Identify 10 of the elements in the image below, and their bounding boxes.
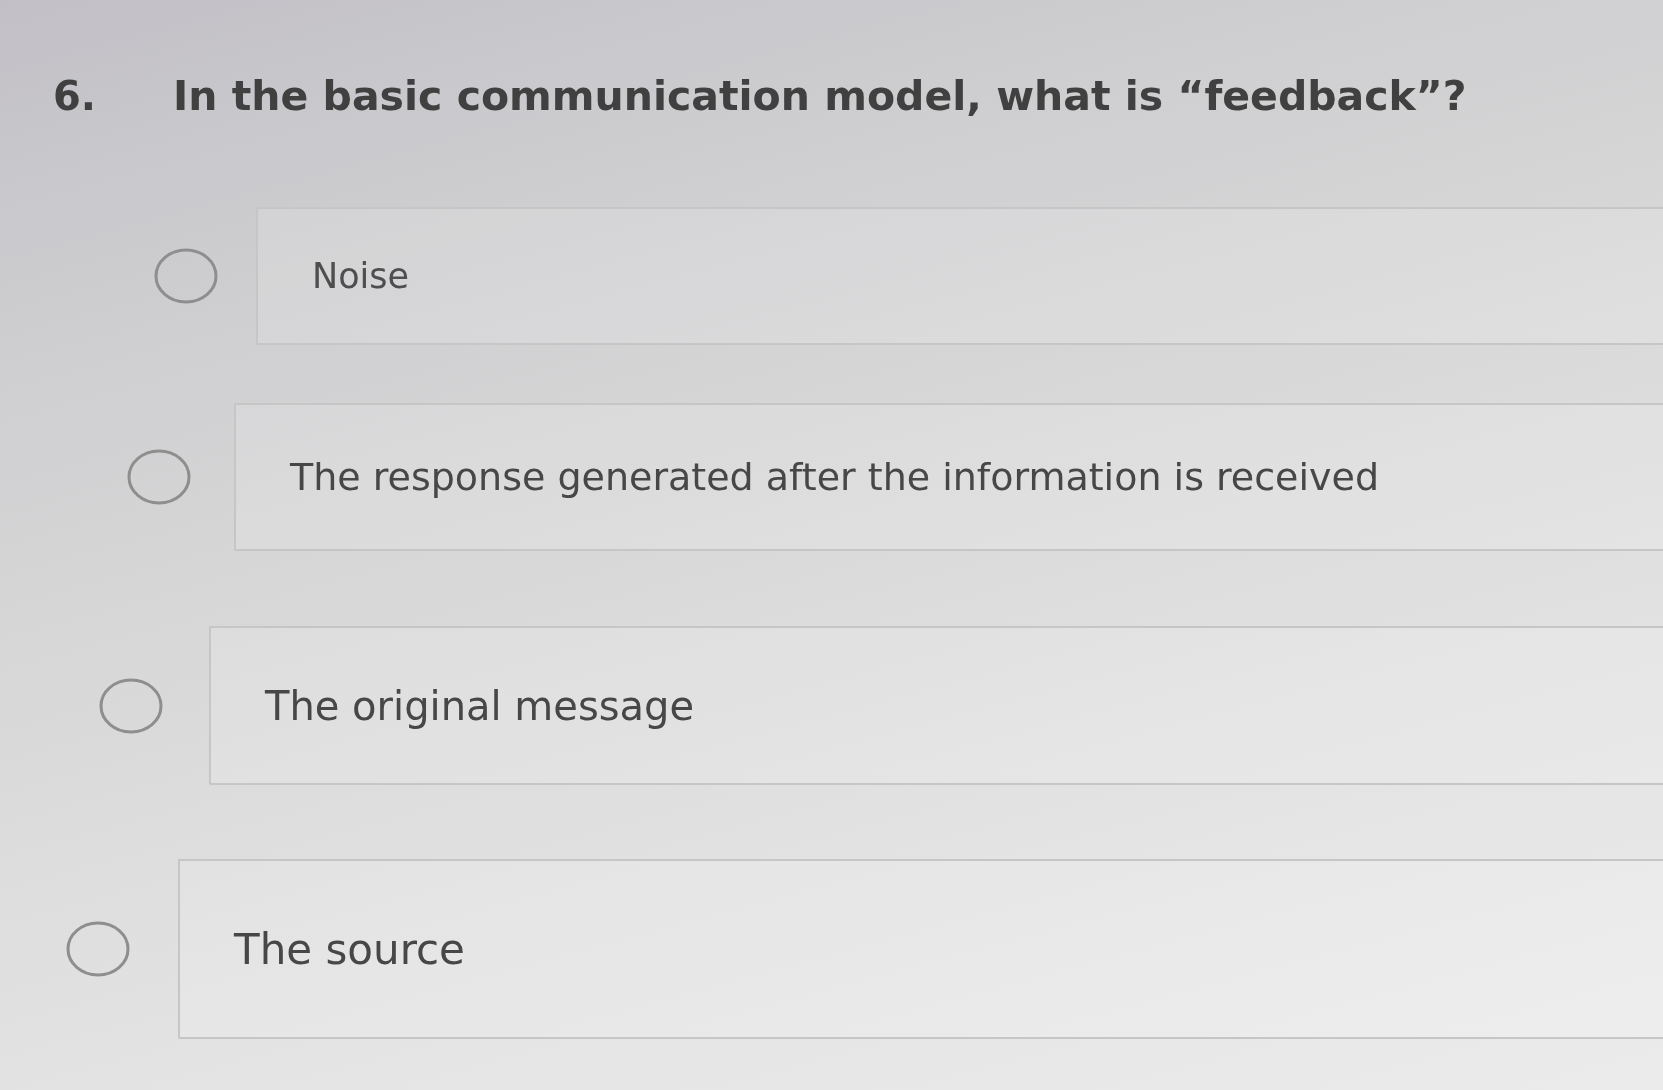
question-text: In the basic communication model, what is “feedback”?: [173, 72, 1467, 120]
answer-option[interactable]: The original message: [209, 626, 1663, 785]
radio-button[interactable]: [127, 449, 191, 505]
answer-option[interactable]: The response generated after the information is received: [234, 403, 1663, 551]
radio-button[interactable]: [66, 921, 130, 977]
answer-option[interactable]: The source: [178, 859, 1663, 1039]
radio-button[interactable]: [154, 248, 218, 304]
question-number: 6.: [53, 73, 98, 119]
answer-option[interactable]: Noise: [256, 207, 1663, 345]
radio-button[interactable]: [99, 677, 163, 734]
